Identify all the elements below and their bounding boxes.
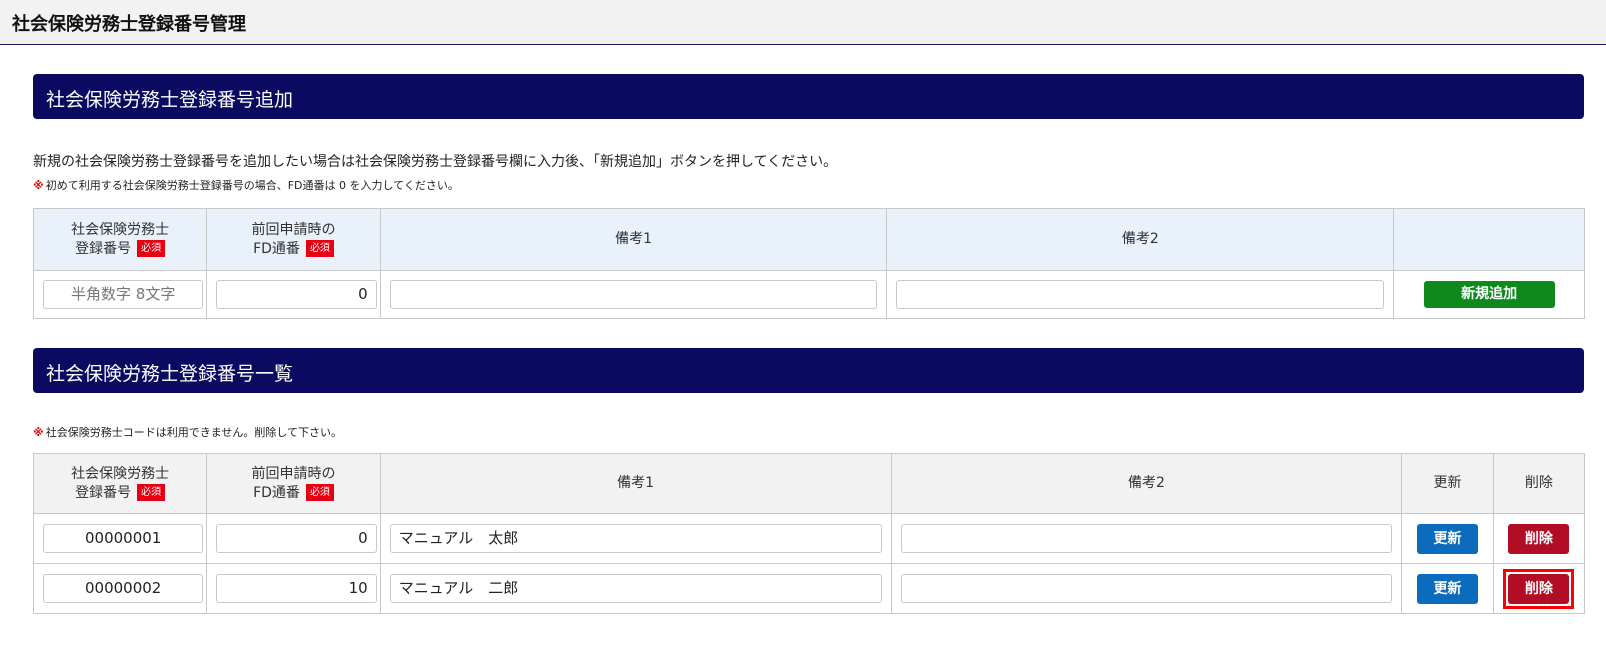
delete-button[interactable]: 削除 [1508, 573, 1570, 604]
required-badge: 必須 [137, 484, 166, 501]
required-badge: 必須 [137, 240, 166, 257]
update-button[interactable]: 更新 [1417, 573, 1479, 604]
header-action [1393, 208, 1585, 271]
add-input-row: 半角数字 8文字 0 新規追加 [32, 270, 1585, 319]
header-reg-no-line2: 登録番号 [75, 240, 132, 257]
memo2-field[interactable] [900, 524, 1393, 553]
add-table-header-row: 社会保険労務士 登録番号 必須 前回申請時の FD通番 必須 備考1 備考2 [32, 208, 1585, 271]
header-memo1: 備考1 [379, 208, 888, 271]
memo2-field[interactable] [900, 574, 1393, 603]
page-title: 社会保険労務士登録番号管理 [12, 14, 246, 35]
header-fd-no: 前回申請時の FD通番 必須 [206, 453, 381, 514]
fd-no-field[interactable]: 0 [216, 524, 377, 553]
header-fd-line1: 前回申請時の [251, 221, 336, 238]
list-table-header-row: 社会保険労務士 登録番号 必須 前回申請時の FD通番 必須 備考1 備考2 更新 … [32, 453, 1586, 514]
header-memo2: 備考2 [886, 208, 1395, 271]
list-note-text: 社会保険労務士コードは利用できません。削除して下さい。 [45, 426, 343, 439]
add-new-button[interactable]: 新規追加 [1423, 281, 1555, 308]
note-mark: ※ [33, 179, 44, 192]
list-note: ※ 社会保険労務士コードは利用できません。削除して下さい。 [33, 424, 342, 440]
header-fd-line2: FD通番 [253, 240, 300, 257]
header-fd-line2: FD通番 [253, 484, 300, 501]
required-badge: 必須 [305, 484, 334, 501]
add-section-header: 社会保険労務士登録番号追加 [33, 74, 1584, 119]
delete-highlight-frame: 削除 [1503, 568, 1575, 609]
header-delete: 削除 [1492, 453, 1586, 514]
memo1-input[interactable] [389, 280, 878, 309]
delete-button[interactable]: 削除 [1508, 523, 1570, 554]
list-table: 社会保険労務士 登録番号 必須 前回申請時の FD通番 必須 備考1 備考2 更新 … [32, 453, 1586, 614]
header-fd-line1: 前回申請時の [251, 465, 336, 482]
header-reg-no-line2: 登録番号 [75, 484, 132, 501]
reg-no-input[interactable]: 半角数字 8文字 [43, 280, 204, 309]
reg-no-field[interactable]: 00000001 [43, 524, 204, 553]
list-section-title: 社会保険労務士登録番号一覧 [46, 363, 294, 385]
memo1-field[interactable]: マニュアル 太郎 [389, 524, 882, 553]
required-badge: 必須 [305, 240, 334, 257]
add-description: 新規の社会保険労務士登録番号を追加したい場合は社会保険労務士登録番号欄に入力後、… [33, 154, 838, 170]
reg-no-field[interactable]: 00000002 [43, 574, 204, 603]
header-memo2: 備考2 [890, 453, 1403, 514]
list-section-header: 社会保険労務士登録番号一覧 [33, 348, 1584, 393]
header-update: 更新 [1401, 453, 1494, 514]
header-reg-no-line1: 社会保険労務士 [71, 221, 170, 238]
memo2-input[interactable] [896, 280, 1385, 309]
header-reg-no-line1: 社会保険労務士 [71, 465, 170, 482]
table-row: 00000001 0 マニュアル 太郎 更新 削除 [32, 513, 1586, 564]
add-note-text: 初めて利用する社会保険労務士登録番号の場合、FD通番は 0 を入力してください。 [45, 179, 459, 192]
table-row: 00000002 10 マニュアル 二郎 更新 削除 [32, 563, 1586, 614]
add-section-title: 社会保険労務士登録番号追加 [46, 89, 294, 111]
header-reg-no: 社会保険労務士 登録番号 必須 [32, 208, 208, 271]
note-mark: ※ [33, 426, 44, 439]
fd-no-input[interactable]: 0 [216, 280, 377, 309]
update-button[interactable]: 更新 [1417, 523, 1479, 554]
header-reg-no: 社会保険労務士 登録番号 必須 [32, 453, 208, 514]
page-header: 社会保険労務士登録番号管理 [0, 0, 1606, 45]
add-note: ※ 初めて利用する社会保険労務士登録番号の場合、FD通番は 0 を入力してください… [33, 177, 459, 193]
add-table: 社会保険労務士 登録番号 必須 前回申請時の FD通番 必須 備考1 備考2 半角数… [32, 208, 1585, 319]
header-memo1: 備考1 [379, 453, 892, 514]
fd-no-field[interactable]: 10 [216, 574, 377, 603]
memo1-field[interactable]: マニュアル 二郎 [389, 574, 882, 603]
header-fd-no: 前回申請時の FD通番 必須 [206, 208, 381, 271]
